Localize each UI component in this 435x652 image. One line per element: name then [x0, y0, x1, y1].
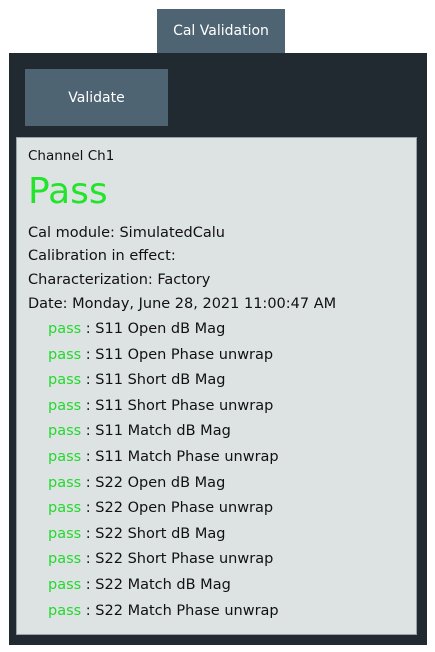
check-result-row: pass : S11 Match dB Mag — [48, 421, 231, 441]
characterization-line: Characterization: Factory — [28, 272, 211, 288]
check-label-text: : S11 Match Phase unwrap — [81, 449, 279, 465]
check-status-text: pass — [48, 500, 82, 517]
date-line: Date: Monday, June 28, 2021 11:00:47 AM — [28, 296, 337, 312]
cal-validation-dialog: Validate Channel Ch1 Pass Cal module: Si… — [9, 53, 427, 645]
check-result-row: pass : S11 Open Phase unwrap — [48, 345, 273, 365]
check-status-text: pass — [48, 397, 82, 414]
check-result-row: pass : S11 Match Phase unwrap — [48, 447, 279, 467]
check-result-row: pass : S22 Match Phase unwrap — [48, 601, 279, 621]
check-label-text: : S11 Open Phase unwrap — [81, 346, 274, 363]
validate-button[interactable]: Validate — [25, 69, 168, 126]
calibration-in-effect-line: Calibration in effect: — [28, 248, 176, 264]
check-label-text: : S11 Open dB Mag — [81, 321, 226, 337]
check-label-text: : S22 Open Phase unwrap — [81, 500, 274, 517]
check-label-text: : S11 Short dB Mag — [81, 372, 226, 389]
check-status-text: pass — [48, 577, 82, 593]
check-status-text: pass — [48, 449, 82, 465]
check-status-text: pass — [48, 474, 82, 491]
check-result-row: pass : S11 Open dB Mag — [48, 319, 225, 339]
check-status-text: pass — [48, 372, 82, 389]
check-label-text: : S11 Match dB Mag — [81, 423, 231, 440]
validate-button-label: Validate — [68, 89, 125, 106]
check-status-text: pass — [48, 525, 82, 542]
tab-label: Cal Validation — [173, 23, 269, 39]
overall-status: Pass — [28, 171, 108, 212]
check-result-row: pass : S22 Open Phase unwrap — [48, 498, 273, 518]
check-status-text: pass — [48, 423, 82, 440]
check-result-row: pass : S11 Short dB Mag — [48, 370, 225, 390]
cal-module-line: Cal module: SimulatedCalu — [28, 225, 225, 241]
check-status-text: pass — [48, 346, 82, 363]
channel-label: Channel Ch1 — [28, 148, 115, 164]
check-result-row: pass : S22 Open dB Mag — [48, 473, 225, 493]
check-result-row: pass : S22 Short dB Mag — [48, 524, 225, 544]
check-status-text: pass — [48, 321, 82, 337]
check-label-text: : S22 Match dB Mag — [81, 577, 231, 593]
check-label-text: : S22 Open dB Mag — [81, 474, 226, 491]
check-label-text: : S22 Short dB Mag — [81, 525, 226, 542]
check-label-text: : S22 Short Phase unwrap — [81, 551, 274, 568]
check-label-text: : S11 Short Phase unwrap — [81, 397, 274, 414]
check-status-text: pass — [48, 551, 82, 568]
check-result-row: pass : S11 Short Phase unwrap — [48, 396, 273, 416]
tab-cal-validation[interactable]: Cal Validation — [157, 9, 285, 53]
validation-results-panel[interactable]: Channel Ch1 Pass Cal module: SimulatedCa… — [16, 137, 417, 635]
check-result-row: pass : S22 Match dB Mag — [48, 575, 231, 595]
check-result-row: pass : S22 Short Phase unwrap — [48, 549, 273, 569]
check-status-text: pass — [48, 602, 82, 619]
check-label-text: : S22 Match Phase unwrap — [81, 602, 279, 619]
